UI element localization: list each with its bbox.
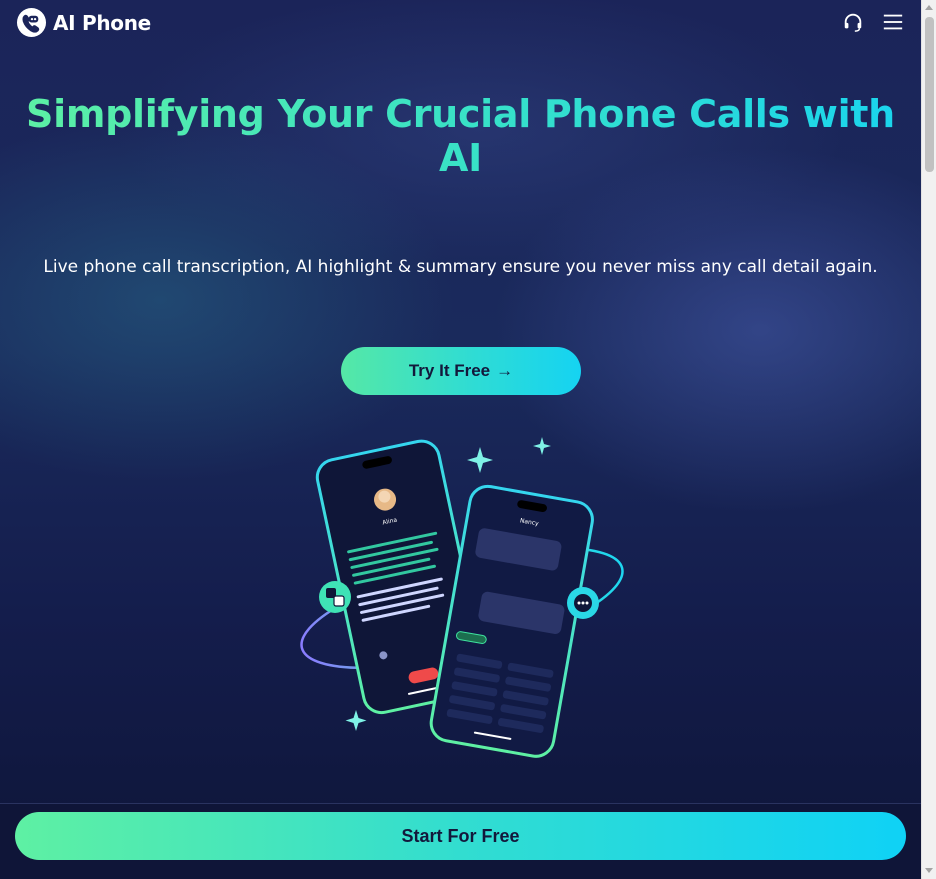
page-scrollbar[interactable] — [921, 0, 936, 879]
site-header: AI Phone — [0, 0, 921, 44]
translate-icon — [319, 581, 351, 613]
hero-title: Simplifying Your Crucial Phone Calls wit… — [0, 92, 921, 180]
scroll-down-arrow-icon[interactable] — [925, 868, 933, 873]
start-for-free-button[interactable]: Start For Free — [15, 812, 906, 860]
sparkle-icon — [345, 710, 367, 731]
sparkle-icon — [467, 447, 493, 473]
arrow-right-icon: → — [496, 361, 514, 380]
sparkle-icon — [533, 437, 551, 455]
hero-subtitle: Live phone call transcription, AI highli… — [43, 257, 878, 277]
hamburger-menu-icon[interactable] — [882, 11, 904, 33]
brand-name: AI Phone — [53, 10, 151, 35]
try-it-free-button[interactable]: Try It Free → — [341, 347, 581, 395]
scroll-up-arrow-icon[interactable] — [925, 5, 933, 10]
chat-bubble-icon — [567, 587, 599, 619]
sticky-bottom-bar: Start For Free — [0, 803, 921, 879]
page-viewport: AI Phone Simplifying Your Crucial Phone … — [0, 0, 921, 879]
phones-illustration: Alina Nancy — [300, 437, 624, 758]
brand-logo-link[interactable]: AI Phone — [16, 7, 151, 38]
headset-icon[interactable] — [842, 11, 864, 33]
try-it-free-label: Try It Free — [408, 361, 491, 380]
ai-phone-logo-icon — [16, 7, 47, 38]
scrollbar-thumb[interactable] — [925, 17, 934, 172]
